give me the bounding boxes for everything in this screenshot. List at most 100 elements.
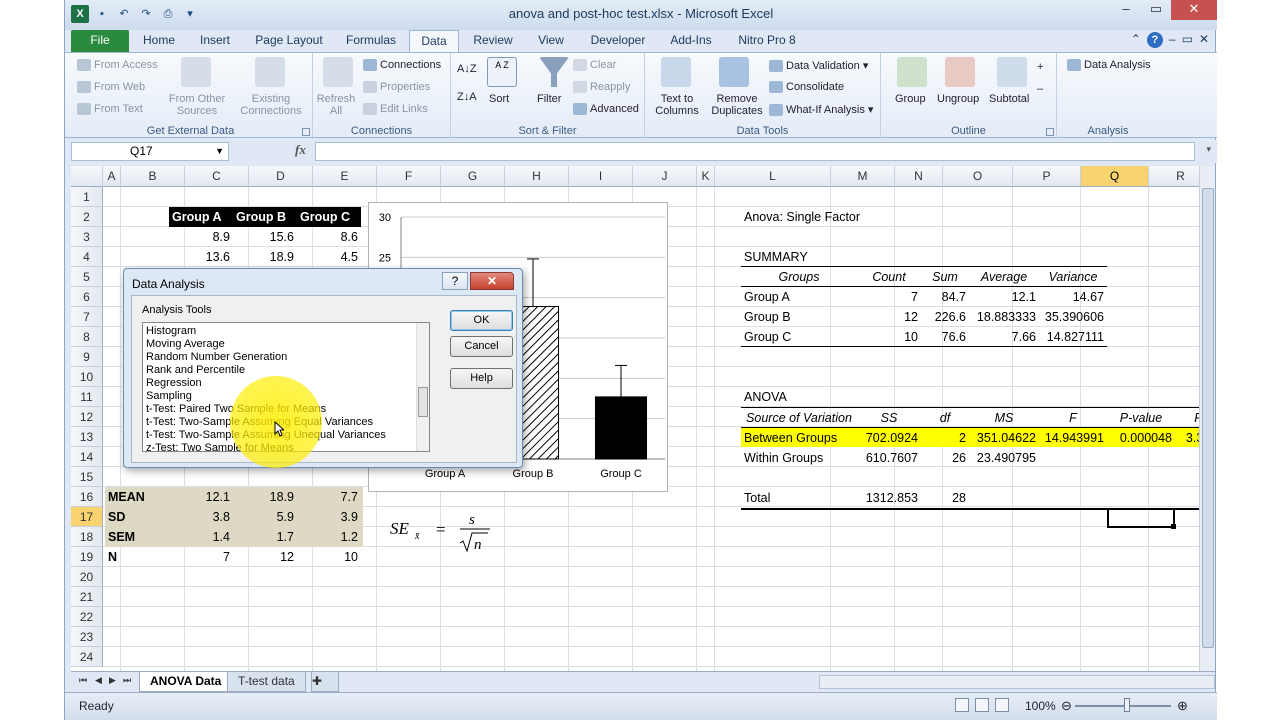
- filter-button[interactable]: Filter: [537, 93, 561, 105]
- summary-cell[interactable]: 14.827111: [1039, 327, 1107, 347]
- col-header-M[interactable]: M: [831, 166, 895, 187]
- analysis-tools-list[interactable]: Histogram Moving Average Random Number Gen…: [142, 322, 430, 452]
- stat-c[interactable]: 10: [297, 547, 361, 567]
- doc-restore-icon[interactable]: ▭: [1182, 32, 1193, 48]
- from-other-sources-button[interactable]: From Other Sources: [165, 93, 229, 117]
- row-header-4[interactable]: 4: [71, 247, 103, 267]
- cell-D2[interactable]: Group B: [233, 207, 297, 227]
- help-icon[interactable]: ?: [1146, 32, 1163, 48]
- list-scroll-thumb[interactable]: [418, 387, 428, 417]
- row-header-2[interactable]: 2: [71, 207, 103, 227]
- analysis-tool-item[interactable]: Sampling: [146, 390, 192, 403]
- anova-title[interactable]: Anova: Single Factor: [741, 207, 863, 227]
- tab-formulas[interactable]: Formulas: [341, 30, 401, 52]
- analysis-tool-item[interactable]: Moving Average: [146, 338, 225, 351]
- summary-cell[interactable]: 10: [857, 327, 921, 347]
- summary-header[interactable]: Groups: [741, 267, 857, 287]
- cell-E2[interactable]: Group C: [297, 207, 361, 227]
- analysis-tool-item[interactable]: t-Test: Two-Sample Assuming Unequal Vari…: [146, 429, 386, 442]
- summary-cell[interactable]: 12: [857, 307, 921, 327]
- zoom-slider[interactable]: [1075, 705, 1171, 707]
- anova-cell[interactable]: 2: [921, 428, 969, 448]
- minimize-ribbon-icon[interactable]: ⌃: [1131, 32, 1141, 48]
- summary-cell[interactable]: Group C: [741, 327, 857, 347]
- anova-header[interactable]: df: [921, 408, 969, 428]
- group-button[interactable]: Group: [895, 93, 926, 105]
- col-header-R[interactable]: R: [1149, 166, 1199, 187]
- anova-header[interactable]: MS: [969, 408, 1039, 428]
- row-header-16[interactable]: 16: [71, 487, 103, 507]
- tab-data[interactable]: Data: [409, 30, 459, 52]
- page-layout-view-icon[interactable]: [975, 698, 989, 712]
- col-header-G[interactable]: G: [441, 166, 505, 187]
- summary-cell[interactable]: 76.6: [921, 327, 969, 347]
- summary-cell[interactable]: 84.7: [921, 287, 969, 307]
- sort-az-icon[interactable]: A↓Z: [457, 63, 477, 75]
- stat-a[interactable]: 7: [169, 547, 233, 567]
- summary-cell[interactable]: 226.6: [921, 307, 969, 327]
- stat-a[interactable]: 12.1: [169, 487, 233, 507]
- anova-total-cell[interactable]: 1312.853: [857, 488, 921, 508]
- col-header-O[interactable]: O: [943, 166, 1013, 187]
- col-header-Q[interactable]: Q: [1081, 166, 1149, 187]
- col-header-N[interactable]: N: [895, 166, 943, 187]
- name-box[interactable]: Q17 ▼: [71, 142, 229, 161]
- zoom-level[interactable]: 100%: [1025, 699, 1056, 713]
- row-header-10[interactable]: 10: [71, 367, 103, 387]
- cell-C3[interactable]: 8.9: [169, 227, 233, 247]
- stat-c[interactable]: 1.2: [297, 527, 361, 547]
- what-if-analysis-button[interactable]: What-If Analysis ▾: [769, 103, 873, 117]
- anova-header[interactable]: F crit: [1175, 408, 1199, 428]
- anova-cell[interactable]: 14.943991: [1039, 428, 1107, 448]
- dialog-help-icon[interactable]: ?: [442, 272, 468, 290]
- sort-button[interactable]: Sort: [489, 93, 509, 105]
- stat-b[interactable]: 18.9: [233, 487, 297, 507]
- anova-cell[interactable]: 351.04622: [969, 428, 1039, 448]
- insert-sheet-icon[interactable]: ✚: [311, 672, 339, 692]
- col-header-P[interactable]: P: [1013, 166, 1081, 187]
- anova-cell[interactable]: 610.7607: [857, 448, 921, 468]
- summary-header[interactable]: Variance: [1039, 267, 1107, 287]
- analysis-tool-item[interactable]: Rank and Percentile: [146, 364, 245, 377]
- doc-close-icon[interactable]: ✕: [1199, 32, 1209, 48]
- col-header-B[interactable]: B: [121, 166, 185, 187]
- summary-cell[interactable]: Group B: [741, 307, 857, 327]
- page-break-view-icon[interactable]: [995, 698, 1009, 712]
- doc-minimize-icon[interactable]: –: [1169, 32, 1176, 48]
- chevron-down-icon[interactable]: ▼: [215, 143, 224, 160]
- last-sheet-icon[interactable]: ⏭: [123, 675, 131, 686]
- row-header-1[interactable]: 1: [71, 187, 103, 207]
- row-header-21[interactable]: 21: [71, 587, 103, 607]
- analysis-tool-item[interactable]: t-Test: Paired Two Sample for Means: [146, 403, 326, 416]
- tab-view[interactable]: View: [529, 30, 573, 52]
- anova-cell[interactable]: 702.0924: [857, 428, 921, 448]
- analysis-tool-item[interactable]: z-Test: Two Sample for Means: [146, 442, 294, 451]
- row-header-3[interactable]: 3: [71, 227, 103, 247]
- anova-cell[interactable]: 0.000048: [1107, 428, 1175, 448]
- summary-cell[interactable]: 7: [857, 287, 921, 307]
- from-web-button[interactable]: From Web: [77, 81, 145, 94]
- row-header-24[interactable]: 24: [71, 647, 103, 667]
- anova-header[interactable]: Source of Variation: [741, 408, 857, 428]
- clear-button[interactable]: Clear: [573, 59, 616, 72]
- col-header-I[interactable]: I: [569, 166, 633, 187]
- formula-input[interactable]: [315, 142, 1195, 161]
- ungroup-button[interactable]: Ungroup: [937, 93, 979, 105]
- tab-review[interactable]: Review: [467, 30, 519, 52]
- selected-cell-Q17[interactable]: [1107, 508, 1175, 528]
- col-header-E[interactable]: E: [313, 166, 377, 187]
- tab-nitro[interactable]: Nitro Pro 8: [731, 30, 803, 52]
- cell-D4[interactable]: 18.9: [233, 247, 297, 267]
- stat-b[interactable]: 5.9: [233, 507, 297, 527]
- summary-cell[interactable]: 7.66: [969, 327, 1039, 347]
- col-header-K[interactable]: K: [697, 166, 715, 187]
- summary-label[interactable]: SUMMARY: [741, 247, 811, 267]
- row-header-20[interactable]: 20: [71, 567, 103, 587]
- dialog-launcher-icon[interactable]: [302, 128, 310, 136]
- show-detail-icon[interactable]: +: [1037, 61, 1043, 73]
- stat-a[interactable]: 3.8: [169, 507, 233, 527]
- normal-view-icon[interactable]: [955, 698, 969, 712]
- anova-label[interactable]: ANOVA: [741, 387, 790, 407]
- analysis-tool-item[interactable]: Histogram: [146, 325, 196, 338]
- col-header-A[interactable]: A: [103, 166, 121, 187]
